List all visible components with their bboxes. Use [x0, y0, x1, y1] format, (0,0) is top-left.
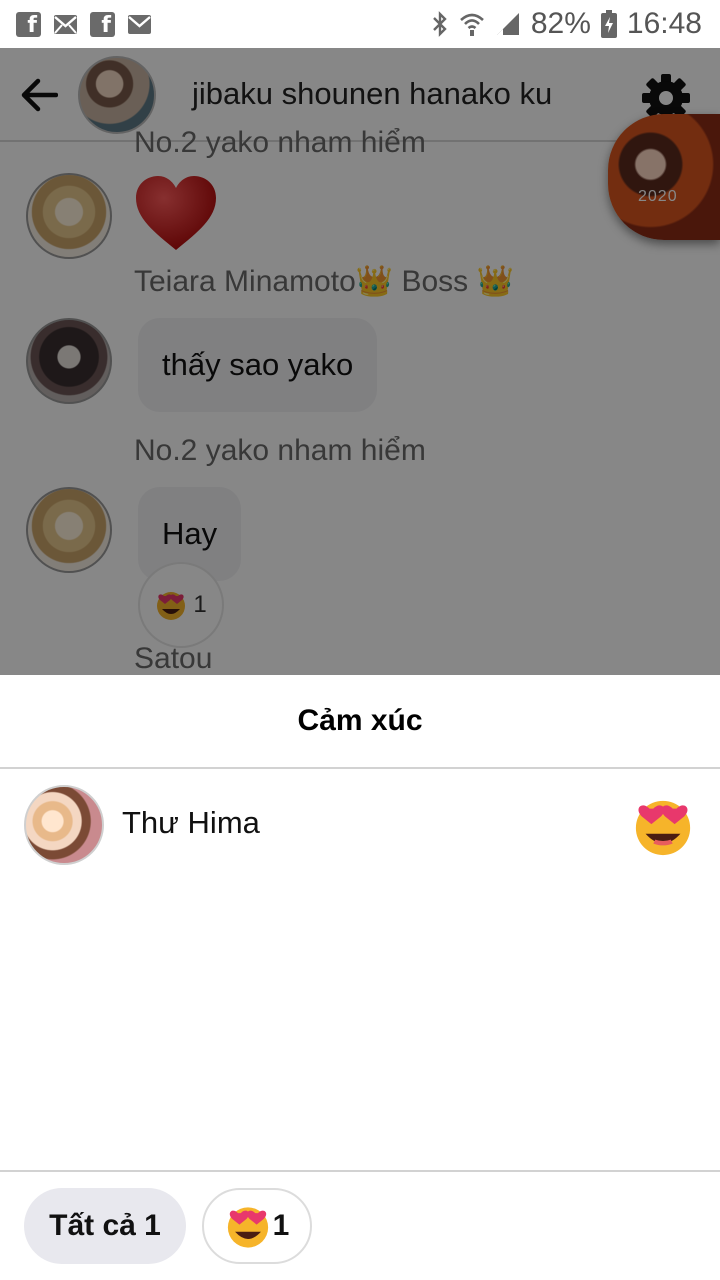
facebook-icon: [16, 11, 41, 38]
bluetooth-icon: [431, 10, 449, 38]
tab-count: 1: [272, 1209, 290, 1242]
reactions-sheet: Cảm xúc Thư Hima Tất cả 1 1: [0, 675, 720, 1280]
tab-heart-eyes[interactable]: 1: [202, 1188, 312, 1264]
wifi-icon: [459, 11, 485, 37]
signal-icon: [495, 11, 521, 37]
heart-eyes-emoji-icon: [632, 795, 694, 862]
sheet-title: Cảm xúc: [0, 675, 720, 769]
facebook-icon: [90, 11, 115, 38]
battery-charging-icon: [600, 10, 617, 38]
avatar[interactable]: [24, 785, 104, 865]
tab-all-reactions[interactable]: Tất cả 1: [24, 1188, 186, 1264]
battery-level: 82%: [530, 7, 591, 40]
status-bar: 82% 16:48: [0, 0, 720, 48]
clock: 16:48: [626, 7, 702, 40]
screen: 82% 16:48 jibaku shounen hanako ku: [0, 0, 720, 1280]
reactor-name: Thư Hima: [122, 805, 260, 840]
dim-overlay[interactable]: [0, 48, 720, 675]
divider: [0, 1170, 720, 1172]
heart-eyes-emoji-icon: [227, 1207, 268, 1248]
reactor-row[interactable]: Thư Hima: [0, 775, 720, 875]
mail-icon: [127, 12, 152, 37]
mail-icon: [53, 12, 78, 37]
